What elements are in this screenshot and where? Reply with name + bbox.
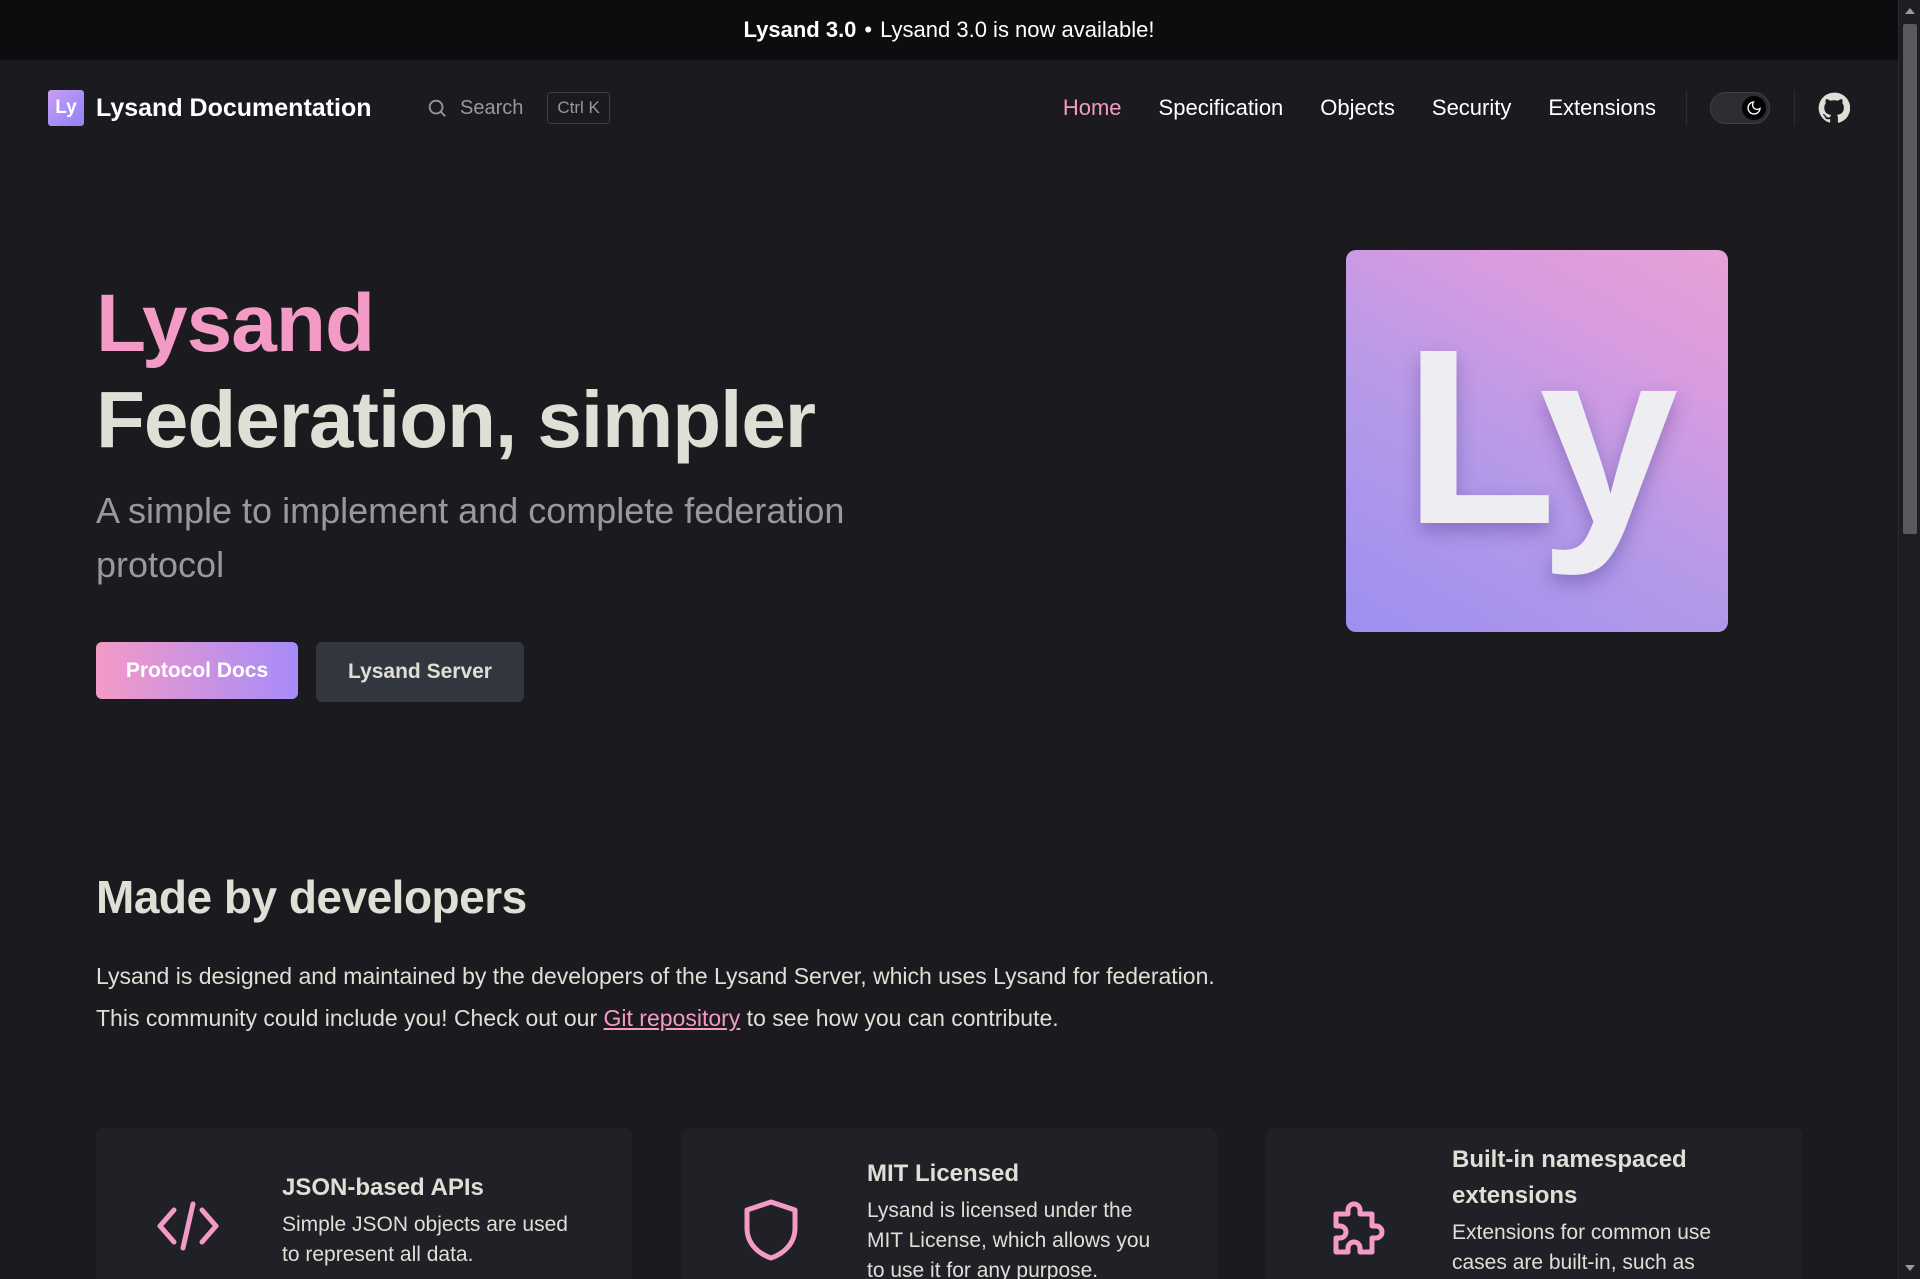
site-logo[interactable]: Ly [48, 90, 84, 126]
section-body: Lysand is designed and maintained by the… [96, 955, 1246, 1039]
section-title: Made by developers [96, 871, 527, 923]
moon-icon [1742, 96, 1766, 120]
feature-title: MIT Licensed [867, 1160, 1020, 1187]
feature-title: Built-in namespaced extensions [1452, 1146, 1687, 1209]
feature-text: Lysand is licensed under the MIT License… [867, 1199, 1151, 1279]
scroll-up-arrow[interactable] [1905, 8, 1915, 14]
search-button[interactable]: Search Ctrl K [412, 90, 610, 126]
nav-divider [1686, 90, 1687, 126]
nav-link-home[interactable]: Home [1063, 95, 1122, 121]
nav-link-specification[interactable]: Specification [1159, 95, 1284, 121]
code-icon [156, 1198, 220, 1259]
feature-text: Extensions for common use cases are buil… [1452, 1221, 1712, 1274]
theme-toggle[interactable] [1710, 92, 1770, 124]
lysand-server-button[interactable]: Lysand Server [316, 642, 524, 702]
github-icon[interactable] [1818, 92, 1851, 129]
nav-link-security[interactable]: Security [1432, 95, 1511, 121]
feature-title: JSON-based APIs [282, 1174, 484, 1201]
git-repository-link[interactable]: Git repository [604, 1005, 741, 1031]
nav-link-extensions[interactable]: Extensions [1548, 95, 1656, 121]
top-navbar: Ly Lysand Documentation Search Ctrl K Ho… [0, 60, 1898, 156]
search-label: Search [460, 96, 524, 119]
protocol-docs-button[interactable]: Protocol Docs [96, 642, 298, 699]
hero-name: Lysand [96, 278, 375, 369]
hero-tagline: A simple to implement and complete feder… [96, 490, 845, 585]
hero-logo-text: Ly [1403, 296, 1678, 576]
hero-logo-image: Ly [1346, 250, 1728, 632]
banner-version: Lysand 3.0 [743, 17, 857, 42]
page-scrollbar[interactable] [1898, 0, 1920, 1279]
scroll-down-arrow[interactable] [1905, 1265, 1915, 1271]
search-icon [428, 99, 446, 117]
banner-separator: • [864, 17, 873, 42]
site-title[interactable]: Lysand Documentation [96, 90, 372, 126]
feature-card: Built-in namespaced extensions Extension… [1266, 1128, 1802, 1279]
shield-icon [741, 1198, 801, 1267]
nav-link-objects[interactable]: Objects [1320, 95, 1395, 121]
section-body-text-end: to see how you can contribute. [740, 1005, 1059, 1031]
hero-text: Federation, simpler [96, 375, 816, 464]
announcement-banner: Lysand 3.0 • Lysand 3.0 is now available… [0, 0, 1898, 60]
feature-card: MIT Licensed Lysand is licensed under th… [681, 1128, 1217, 1279]
puzzle-icon [1326, 1198, 1390, 1263]
search-shortcut: Ctrl K [547, 92, 610, 124]
feature-text: Simple JSON objects are used to represen… [282, 1213, 568, 1266]
banner-message: Lysand 3.0 is now available! [880, 17, 1155, 42]
scroll-thumb[interactable] [1903, 24, 1917, 534]
feature-card: JSON-based APIs Simple JSON objects are … [96, 1128, 632, 1279]
nav-divider [1794, 90, 1795, 126]
nav-links: Home Specification Objects Security Exte… [1063, 90, 1656, 126]
